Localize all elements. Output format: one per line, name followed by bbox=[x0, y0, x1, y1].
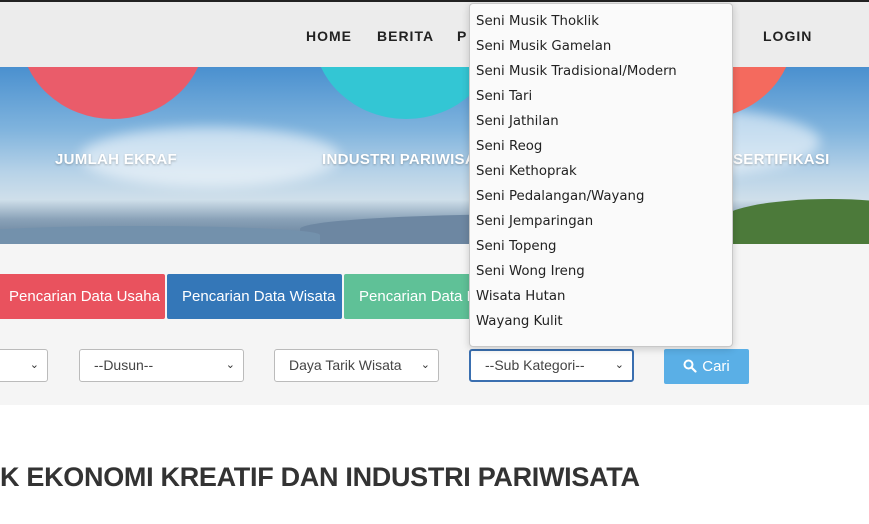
dropdown-option[interactable]: Seni Wong Ireng bbox=[470, 259, 732, 284]
sub-kategori-select-value: --Sub Kategori-- bbox=[485, 357, 585, 373]
nav-home[interactable]: HOME bbox=[306, 28, 352, 44]
tab-pencarian-data-usaha[interactable]: Pencarian Data Usaha bbox=[0, 274, 165, 319]
dropdown-option[interactable]: Seni Tari bbox=[470, 84, 732, 109]
chevron-down-icon: ⌄ bbox=[225, 359, 235, 371]
stat-label-sertifikasi: SERTIFIKASI bbox=[733, 151, 830, 168]
tab-pencarian-data-event[interactable]: Pencarian Data Ev bbox=[344, 274, 484, 319]
dropdown-option[interactable]: Seni Jathilan bbox=[470, 109, 732, 134]
dropdown-option[interactable]: Seni Topeng bbox=[470, 234, 732, 259]
dusun-select-value: --Dusun-- bbox=[94, 357, 154, 373]
dropdown-option[interactable]: Wisata Hutan bbox=[470, 284, 732, 309]
sub-kategori-select[interactable]: --Sub Kategori-- ⌄ bbox=[469, 349, 634, 382]
dropdown-option[interactable]: Seni Kethoprak bbox=[470, 159, 732, 184]
nav-berita[interactable]: BERITA bbox=[377, 28, 434, 44]
chevron-down-icon: ⌄ bbox=[29, 359, 39, 371]
search-section: Pencarian Data Usaha Pencarian Data Wisa… bbox=[0, 244, 869, 405]
kecamatan-select[interactable]: ⌄ bbox=[0, 349, 48, 382]
nav-login[interactable]: LOGIN bbox=[763, 28, 812, 44]
cari-button[interactable]: Cari bbox=[664, 349, 749, 384]
tab-pencarian-data-wisata[interactable]: Pencarian Data Wisata bbox=[167, 274, 342, 319]
daya-tarik-select-value: Daya Tarik Wisata bbox=[289, 357, 402, 373]
stat-label-ekraf: JUMLAH EKRAF bbox=[55, 151, 177, 168]
dusun-select[interactable]: --Dusun-- ⌄ bbox=[79, 349, 244, 382]
dropdown-option[interactable]: Seni Reog bbox=[470, 134, 732, 159]
cari-button-label: Cari bbox=[702, 358, 730, 375]
dropdown-option[interactable]: Seni Musik Gamelan bbox=[470, 34, 732, 59]
dropdown-option[interactable]: Seni Musik Thoklik bbox=[470, 9, 732, 34]
dropdown-option[interactable]: Seni Musik Tradisional/Modern bbox=[470, 59, 732, 84]
dropdown-option[interactable]: Seni Jemparingan bbox=[470, 209, 732, 234]
chevron-down-icon: ⌄ bbox=[614, 359, 624, 371]
hero-banner: JUMLAH EKRAF INDUSTRI PARIWISA SERTIFIKA… bbox=[0, 67, 869, 244]
forest-hill-decoration bbox=[720, 199, 869, 244]
nav-partial[interactable]: P bbox=[457, 28, 467, 44]
stat-circle-ekraf bbox=[20, 67, 206, 119]
sub-kategori-dropdown-list[interactable]: Seni Musik Thoklik Seni Musik Gamelan Se… bbox=[469, 3, 733, 347]
navbar: HOME BERITA P LOGIN bbox=[0, 0, 869, 67]
mountain-decoration bbox=[0, 226, 320, 244]
search-icon bbox=[683, 359, 697, 373]
dropdown-option[interactable]: Wayang Kulit bbox=[470, 309, 732, 334]
chevron-down-icon: ⌄ bbox=[420, 359, 430, 371]
stat-label-industri: INDUSTRI PARIWISA bbox=[322, 151, 476, 168]
dropdown-option[interactable]: Seni Pedalangan/Wayang bbox=[470, 184, 732, 209]
section-title: K EKONOMI KREATIF DAN INDUSTRI PARIWISAT… bbox=[0, 462, 640, 492]
daya-tarik-select[interactable]: Daya Tarik Wisata ⌄ bbox=[274, 349, 439, 382]
